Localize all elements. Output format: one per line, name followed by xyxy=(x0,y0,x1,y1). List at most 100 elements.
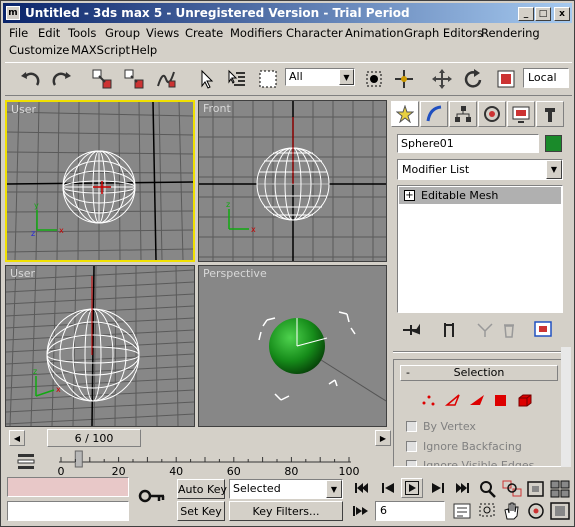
maxscript-listener[interactable] xyxy=(7,477,129,497)
maximize-button[interactable]: □ xyxy=(535,7,551,21)
current-frame-field[interactable]: 6 xyxy=(375,501,445,521)
command-panel-scrollbar[interactable] xyxy=(561,347,571,467)
modifier-stack[interactable]: + Editable Mesh xyxy=(397,185,563,313)
create-tab-icon[interactable] xyxy=(391,101,419,127)
menu-tools[interactable]: Tools xyxy=(68,26,96,40)
svg-text:z: z xyxy=(31,229,35,238)
zoom-icon[interactable] xyxy=(477,479,499,499)
maximize-viewport-icon[interactable] xyxy=(549,501,571,521)
previous-frame-icon[interactable] xyxy=(377,479,399,497)
undo-icon[interactable] xyxy=(17,66,43,92)
minimize-button[interactable]: _ xyxy=(518,7,534,21)
track-bar[interactable]: 0 20 40 60 80 100 xyxy=(5,449,391,477)
hierarchy-tab-icon[interactable] xyxy=(449,101,477,127)
select-and-scale-icon[interactable] xyxy=(493,66,519,92)
object-color-swatch[interactable] xyxy=(545,135,562,152)
edge-subobject-icon[interactable] xyxy=(444,392,462,408)
key-icon[interactable] xyxy=(137,485,167,509)
pan-icon[interactable] xyxy=(501,501,523,521)
region-zoom-icon[interactable] xyxy=(477,501,499,521)
close-button[interactable]: x xyxy=(554,7,570,21)
time-slider-prev-icon[interactable]: ◀ xyxy=(9,430,25,446)
go-to-start-icon[interactable] xyxy=(351,479,373,497)
vertex-subobject-icon[interactable] xyxy=(420,392,438,408)
menu-customize[interactable]: Customize xyxy=(9,43,69,57)
menu-rendering[interactable]: Rendering xyxy=(481,26,540,40)
checkbox-box[interactable] xyxy=(406,460,417,466)
title-bar[interactable]: m Untitled - 3ds max 5 - Unregistered Ve… xyxy=(3,3,572,23)
ignore-visible-edges-checkbox[interactable]: Ignore Visible Edges xyxy=(406,459,534,466)
ignore-backfacing-checkbox[interactable]: Ignore Backfacing xyxy=(406,440,522,453)
viewport-front[interactable]: z x Front xyxy=(198,100,387,262)
time-slider-thumb[interactable]: 6 / 100 xyxy=(47,429,141,447)
zoom-all-icon[interactable] xyxy=(501,479,523,499)
time-slider-next-icon[interactable]: ▶ xyxy=(375,430,391,446)
pivot-move-icon[interactable] xyxy=(391,66,417,92)
svg-text:y: y xyxy=(34,201,39,210)
menu-create[interactable]: Create xyxy=(185,26,223,40)
prompt-line[interactable] xyxy=(7,501,129,521)
zoom-extents-icon[interactable] xyxy=(525,479,547,499)
select-by-name-icon[interactable] xyxy=(223,66,249,92)
menu-maxscript[interactable]: MAXScript xyxy=(71,43,130,57)
redo-icon[interactable] xyxy=(49,66,75,92)
menu-character[interactable]: Character xyxy=(286,26,343,40)
play-icon[interactable] xyxy=(401,478,423,498)
select-and-rotate-icon[interactable] xyxy=(461,66,487,92)
modifier-list-dropdown[interactable]: Modifier List ▼ xyxy=(397,159,563,180)
key-filters-button[interactable]: Key Filters... xyxy=(229,501,343,521)
menu-animation[interactable]: Animation xyxy=(345,26,404,40)
stack-item-editable-mesh[interactable]: + Editable Mesh xyxy=(399,187,561,204)
menu-modifiers[interactable]: Modifiers xyxy=(230,26,283,40)
key-filter-dropdown[interactable]: Selected ▼ xyxy=(229,479,343,499)
time-slider[interactable]: ◀ ▶ 6 / 100 xyxy=(5,429,391,447)
menu-group[interactable]: Group xyxy=(105,26,140,40)
modify-tab-icon[interactable] xyxy=(420,101,448,127)
make-unique-icon[interactable] xyxy=(475,321,495,339)
time-configuration-icon[interactable] xyxy=(451,501,473,521)
checkbox-box[interactable] xyxy=(406,421,417,432)
motion-tab-icon[interactable] xyxy=(478,101,506,127)
menu-views[interactable]: Views xyxy=(146,26,179,40)
display-tab-icon[interactable] xyxy=(507,101,535,127)
zoom-extents-all-icon[interactable] xyxy=(549,479,571,499)
unlink-selection-icon[interactable] xyxy=(121,66,147,92)
set-key-button[interactable]: Set Key xyxy=(177,501,225,521)
select-and-move-icon[interactable] xyxy=(429,66,455,92)
element-subobject-icon[interactable] xyxy=(516,392,534,408)
menu-edit[interactable]: Edit xyxy=(38,26,60,40)
configure-modifier-sets-icon[interactable] xyxy=(533,320,555,340)
object-name-field[interactable]: Sphere01 xyxy=(397,134,539,153)
stack-item-label: Editable Mesh xyxy=(421,189,499,202)
viewport-perspective[interactable]: Perspective xyxy=(198,265,387,427)
auto-key-button[interactable]: Auto Key xyxy=(177,479,227,499)
checkbox-label: By Vertex xyxy=(423,420,476,433)
polygon-subobject-icon[interactable] xyxy=(492,392,510,408)
expand-plus-icon[interactable]: + xyxy=(404,190,415,201)
open-mini-curve-editor-icon[interactable] xyxy=(15,451,37,471)
face-subobject-icon[interactable] xyxy=(468,392,486,408)
menu-file[interactable]: File xyxy=(9,26,28,40)
viewport-user-bottom-left[interactable]: z x User xyxy=(5,265,195,427)
select-and-link-icon[interactable] xyxy=(89,66,115,92)
select-and-manipulate-icon[interactable] xyxy=(361,66,387,92)
next-frame-icon[interactable] xyxy=(427,479,449,497)
by-vertex-checkbox[interactable]: By Vertex xyxy=(406,420,476,433)
checkbox-box[interactable] xyxy=(406,441,417,452)
menu-help[interactable]: Help xyxy=(131,43,157,57)
utilities-tab-icon[interactable] xyxy=(536,101,564,127)
go-to-end-icon[interactable] xyxy=(451,479,473,497)
selection-rollout-header[interactable]: - Selection xyxy=(400,365,558,381)
menu-graph-editors[interactable]: Graph Editors xyxy=(404,26,483,40)
viewport-user-top-left[interactable]: y x z User xyxy=(5,100,195,262)
arc-rotate-icon[interactable] xyxy=(525,501,547,521)
reference-coordinate-system[interactable]: Local xyxy=(523,68,569,88)
remove-modifier-icon[interactable] xyxy=(499,321,519,339)
select-object-icon[interactable] xyxy=(193,66,219,92)
show-end-result-icon[interactable] xyxy=(439,321,459,339)
selection-filter-dropdown[interactable]: All ▼ xyxy=(285,68,355,86)
bind-to-space-warp-icon[interactable] xyxy=(153,66,179,92)
pin-stack-icon[interactable] xyxy=(401,321,421,339)
key-mode-toggle-icon[interactable] xyxy=(351,501,373,521)
rectangular-selection-icon[interactable] xyxy=(255,66,281,92)
